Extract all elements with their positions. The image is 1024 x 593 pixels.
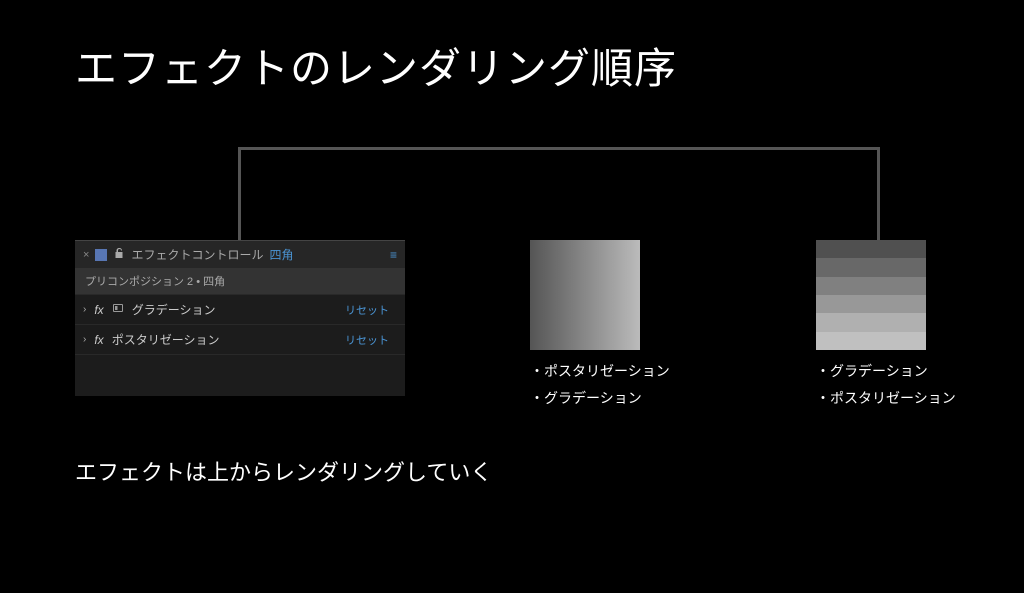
effect-row[interactable]: › fx グラデーション リセット	[75, 294, 405, 324]
caption-line: ・グラデーション	[816, 358, 956, 385]
twirl-icon[interactable]: ›	[83, 304, 86, 315]
preview-gradient-result	[530, 240, 640, 350]
reset-link[interactable]: リセット	[345, 302, 389, 318]
fx-icon[interactable]: fx	[94, 333, 103, 347]
connector-line	[238, 147, 241, 240]
twirl-icon[interactable]: ›	[83, 334, 86, 345]
panel-tab[interactable]: × エフェクトコントロール 四角 ≡	[75, 240, 405, 268]
panel-empty-area	[75, 354, 405, 396]
preview-caption-left: ・ポスタリゼーション ・グラデーション	[530, 358, 670, 411]
footer-note: エフェクトは上からレンダリングしていく	[75, 455, 492, 487]
preview-caption-right: ・グラデーション ・ポスタリゼーション	[816, 358, 956, 411]
panel-tab-label: エフェクトコントロール	[131, 246, 263, 263]
unlock-icon[interactable]	[113, 247, 125, 262]
caption-line: ・ポスタリゼーション	[816, 385, 956, 412]
connector-line	[877, 147, 880, 240]
panel-layer-name[interactable]: 四角	[269, 246, 293, 263]
effect-controls-panel: × エフェクトコントロール 四角 ≡ プリコンポジション 2 • 四角 › fx…	[75, 240, 405, 396]
effect-row[interactable]: › fx ポスタリゼーション リセット	[75, 324, 405, 354]
preview-posterize-result	[816, 240, 926, 350]
caption-line: ・ポスタリゼーション	[530, 358, 670, 385]
about-icon[interactable]	[112, 302, 124, 317]
page-title: エフェクトのレンダリング順序	[75, 35, 677, 96]
layer-color-swatch	[95, 249, 107, 261]
panel-comp-path: プリコンポジション 2 • 四角	[75, 268, 405, 294]
fx-icon[interactable]: fx	[94, 303, 103, 317]
effect-name: グラデーション	[132, 301, 337, 318]
close-icon[interactable]: ×	[83, 249, 89, 261]
panel-menu-icon[interactable]: ≡	[390, 248, 397, 262]
reset-link[interactable]: リセット	[345, 332, 389, 348]
effect-name: ポスタリゼーション	[112, 331, 337, 348]
connector-line	[238, 147, 880, 150]
caption-line: ・グラデーション	[530, 385, 670, 412]
